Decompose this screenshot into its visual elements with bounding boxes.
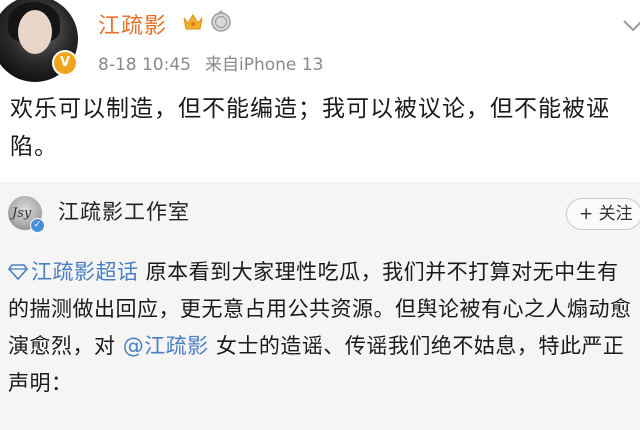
- topic-link[interactable]: 江疏影超话: [31, 260, 139, 284]
- post-time: 8-18 10:45: [98, 55, 191, 75]
- repost-text: 江疏影超话 原本看到大家理性吃瓜，我们并不打算对无中生有的揣测做出回应，更无意占…: [8, 254, 636, 402]
- chevron-down-icon[interactable]: [620, 12, 640, 38]
- post-meta: 8-18 10:45 来自iPhone 13: [98, 50, 337, 75]
- reposted-card[interactable]: Jsy ✓ 江疏影工作室 + 关注 江疏影超话 原本看到大家理性吃瓜，我们并不打…: [0, 182, 640, 430]
- crown-icon: [183, 14, 203, 30]
- verified-icon: ✓: [30, 218, 45, 233]
- studio-name[interactable]: 江疏影工作室: [58, 196, 190, 226]
- post-source: 来自iPhone 13: [204, 55, 324, 75]
- post-text: 欢乐可以制造，但不能编造；我可以被议论，但不能被诬陷。: [10, 96, 610, 160]
- avatar-signature: Jsy: [12, 206, 32, 221]
- weibo-post: V 江疏影 8-18 10:45 来自iPhone 13 欢乐可以制造，但不能编造…: [0, 0, 640, 182]
- avatar-face: [18, 10, 52, 54]
- medal-icon: [211, 10, 231, 32]
- verified-icon: V: [52, 50, 78, 76]
- author-name[interactable]: 江疏影: [98, 8, 167, 40]
- follow-button[interactable]: + 关注: [566, 198, 640, 230]
- topic-diamond-icon: [8, 264, 28, 280]
- mention-link[interactable]: @江疏影: [123, 334, 209, 358]
